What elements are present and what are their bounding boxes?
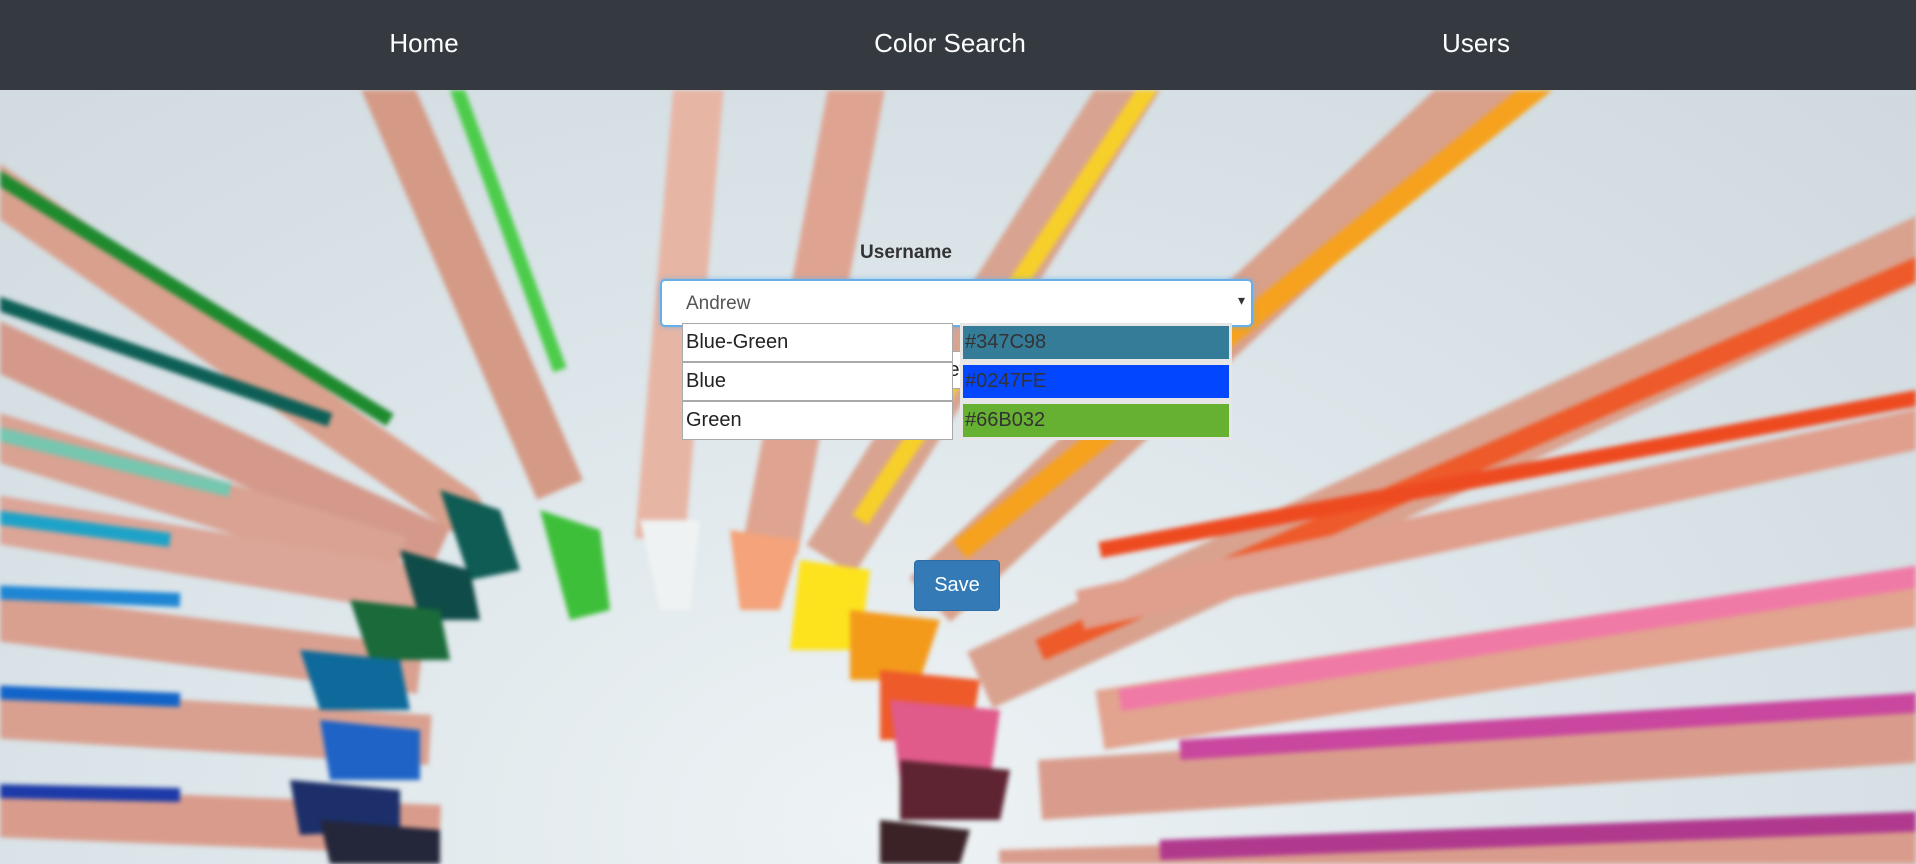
nav-link-color-search[interactable]: Color Search xyxy=(874,0,1026,87)
top-navbar: Home Color Search Users xyxy=(0,0,1916,90)
username-label: Username xyxy=(860,242,952,263)
color-row: Green #66B032 xyxy=(682,401,1232,440)
color-row: Blue #0247FE xyxy=(682,362,1232,401)
color-row: Blue-Green #347C98 xyxy=(682,323,1232,362)
palette-form: Username Andrew ▾ AnalogousPalette Blue-… xyxy=(0,90,1916,864)
nav-link-home[interactable]: Home xyxy=(389,0,458,87)
color-hex-input[interactable]: #66B032 xyxy=(960,401,1232,440)
chevron-down-icon: ▾ xyxy=(1237,292,1245,308)
color-name-input[interactable]: Green xyxy=(682,401,953,440)
username-select[interactable]: Andrew ▾ xyxy=(660,279,1253,327)
save-button[interactable]: Save xyxy=(914,560,1000,611)
nav-link-users[interactable]: Users xyxy=(1442,0,1510,87)
color-hex-input[interactable]: #347C98 xyxy=(960,323,1232,362)
color-hex-input[interactable]: #0247FE xyxy=(960,362,1232,401)
color-name-input[interactable]: Blue-Green xyxy=(682,323,953,362)
color-name-input[interactable]: Blue xyxy=(682,362,953,401)
username-select-value: Andrew xyxy=(686,293,751,314)
